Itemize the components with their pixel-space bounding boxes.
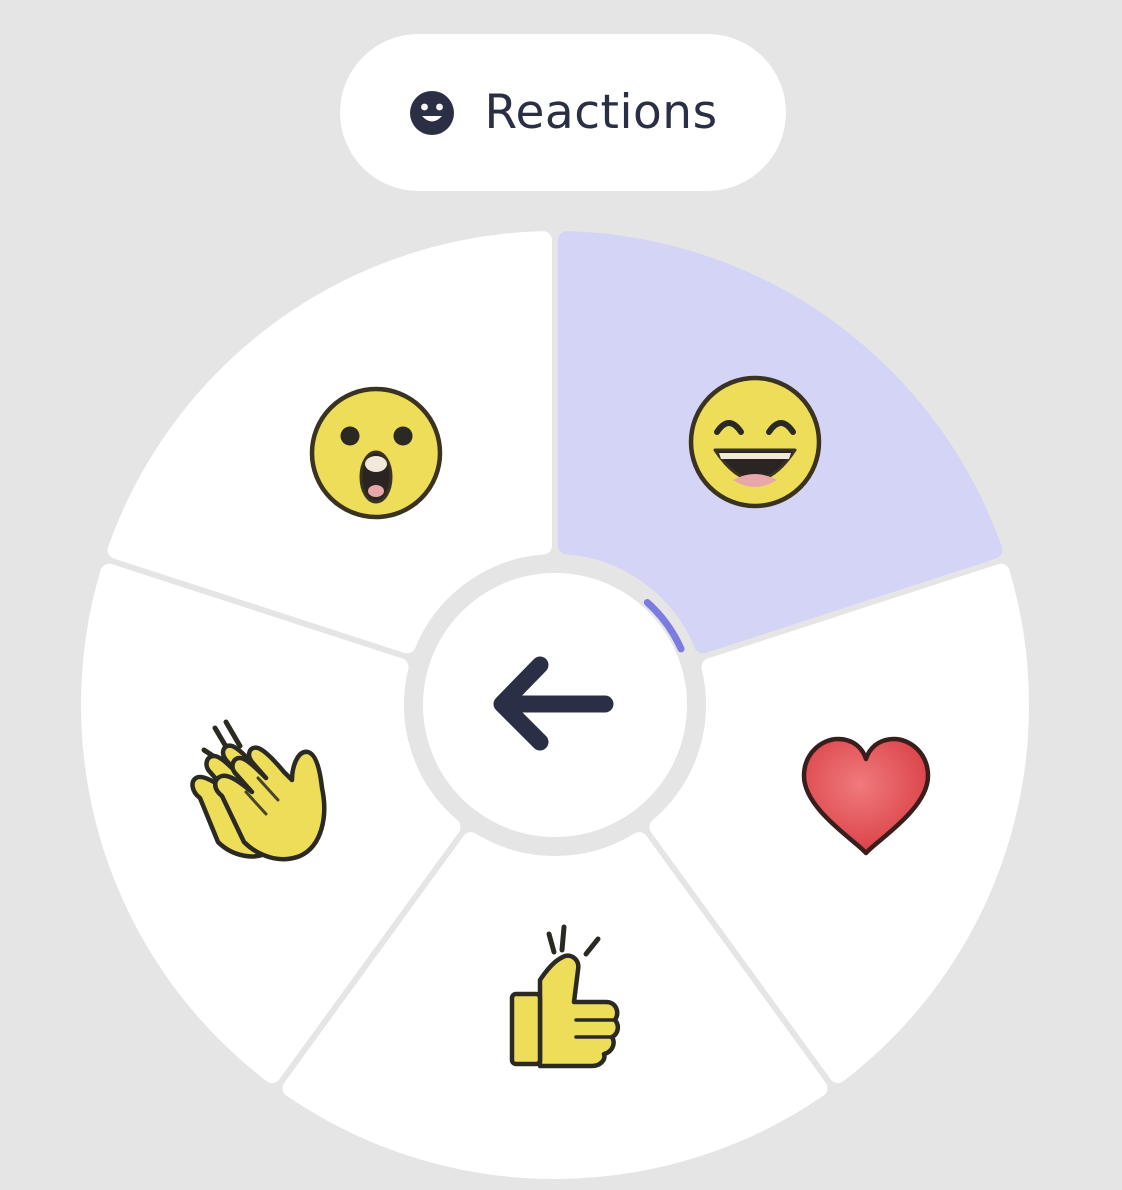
grinning-squinting-face-icon	[688, 375, 822, 509]
reaction-picker: Reactions	[0, 0, 1122, 1190]
surprised-face-icon	[309, 386, 443, 520]
reaction-wheel	[81, 231, 1029, 1179]
